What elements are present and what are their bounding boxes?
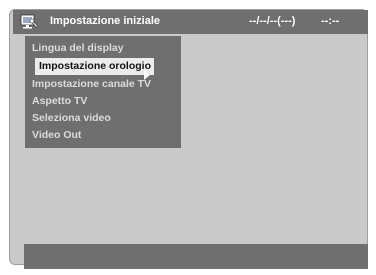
- menu-item-video-out[interactable]: Video Out: [32, 127, 81, 144]
- menu-item-impostazione-orologio[interactable]: Impostazione orologio: [35, 58, 154, 75]
- menu-item-aspetto-tv[interactable]: Aspetto TV: [32, 93, 87, 110]
- menu-item-impostazione-canale-tv[interactable]: Impostazione canale TV: [32, 76, 151, 93]
- menu-item-lingua-del-display[interactable]: Lingua del display: [32, 40, 124, 57]
- time-display: --:--: [321, 15, 340, 27]
- status-bar: [24, 244, 368, 269]
- setup-screen-icon: [20, 13, 40, 31]
- date-display: --/--/--(---): [249, 15, 296, 27]
- setup-menu: Lingua del display Impostazione orologio…: [25, 36, 181, 148]
- page-title: Impostazione iniziale: [50, 15, 161, 27]
- menu-item-seleziona-video[interactable]: Seleziona video: [32, 110, 111, 127]
- title-bar: Impostazione iniziale --/--/--(---) --:-…: [13, 10, 368, 34]
- right-arrow-icon: [144, 70, 150, 80]
